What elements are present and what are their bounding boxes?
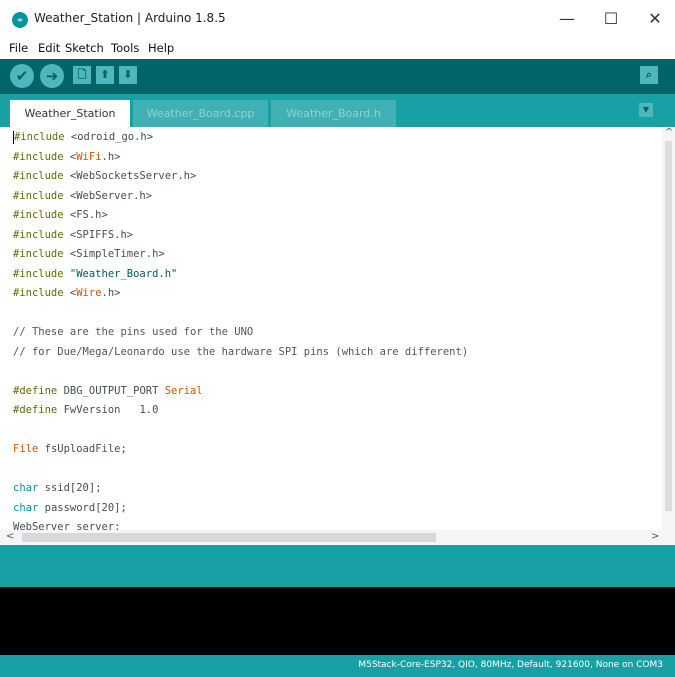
code-line: File fsUploadFile; [13, 443, 127, 455]
serial-monitor-icon[interactable]: ⌕ [640, 66, 658, 84]
arduino-icon: ∞ [12, 12, 28, 28]
code-line: #include <SimpleTimer.h> [13, 248, 165, 260]
menu-tools[interactable]: Tools [111, 38, 139, 55]
maximize-button[interactable]: ☐ [596, 8, 626, 30]
tab-bar: Weather_Station Weather_Board.cpp Weathe… [0, 94, 675, 127]
code-line: #include <WiFi.h> [13, 151, 121, 163]
code-line: WebServer server; [13, 521, 121, 530]
tab-weather-board-cpp[interactable]: Weather_Board.cpp [133, 100, 268, 127]
code-editor[interactable]: #include <odroid_go.h> #include <WiFi.h>… [0, 127, 662, 530]
scroll-up-icon[interactable]: ^ [665, 127, 673, 138]
code-line: #include <SPIFFS.h> [13, 229, 134, 241]
scroll-left-icon[interactable]: < [6, 531, 14, 542]
horizontal-scroll-thumb[interactable] [22, 533, 436, 542]
verify-icon[interactable]: ✔ [10, 64, 34, 88]
minimize-button[interactable]: — [552, 8, 582, 30]
horizontal-scrollbar[interactable]: < > [0, 530, 675, 545]
code-line: #include <WebSocketsServer.h> [13, 170, 197, 182]
footer-bar: M5Stack-Core-ESP32, QIO, 80MHz, Default,… [0, 655, 675, 677]
code-line: // These are the pins used for the UNO [13, 326, 254, 338]
upload-icon[interactable]: ➜ [40, 64, 64, 88]
menu-sketch[interactable]: Sketch [65, 38, 104, 55]
vertical-scroll-thumb[interactable] [665, 141, 672, 511]
tab-weather-station[interactable]: Weather_Station [10, 100, 130, 127]
menu-file[interactable]: File [9, 38, 28, 55]
board-info: M5Stack-Core-ESP32, QIO, 80MHz, Default,… [358, 660, 663, 670]
menu-bar: File Edit Sketch Tools Help [0, 38, 675, 59]
code-line: // for Due/Mega/Leonardo use the hardwar… [13, 346, 469, 358]
code-line: char password[20]; [13, 502, 127, 514]
console-output[interactable] [0, 587, 675, 655]
tab-menu-icon[interactable]: ▼ [639, 103, 653, 117]
code-line: #include <Wire.h> [13, 287, 121, 299]
save-sketch-icon[interactable]: ⬇ [119, 66, 137, 84]
code-line: #define FwVersion 1.0 [13, 404, 159, 416]
scroll-right-icon[interactable]: > [651, 531, 659, 542]
code-line: #include <odroid_go.h> [13, 130, 154, 144]
open-sketch-icon[interactable]: ⬆ [96, 66, 114, 84]
toolbar: ✔ ➜ 🗋 ⬆ ⬇ ⌕ [0, 59, 675, 94]
code-line: char ssid[20]; [13, 482, 102, 494]
window-title: Weather_Station | Arduino 1.8.5 [34, 11, 226, 25]
tab-weather-board-h[interactable]: Weather_Board.h [271, 100, 396, 127]
vertical-scrollbar[interactable]: ^ [662, 127, 675, 530]
new-sketch-icon[interactable]: 🗋 [73, 66, 91, 84]
code-line: #define DBG_OUTPUT_PORT Serial [13, 385, 203, 397]
code-line: #include "Weather_Board.h" [13, 268, 178, 280]
status-bar [0, 545, 675, 587]
code-line: #include <FS.h> [13, 209, 108, 221]
close-button[interactable]: ✕ [640, 8, 670, 30]
code-line: #include <WebServer.h> [13, 190, 153, 202]
title-bar: ∞ Weather_Station | Arduino 1.8.5 — ☐ ✕ [0, 0, 675, 38]
menu-help[interactable]: Help [148, 38, 174, 55]
menu-edit[interactable]: Edit [38, 38, 60, 55]
